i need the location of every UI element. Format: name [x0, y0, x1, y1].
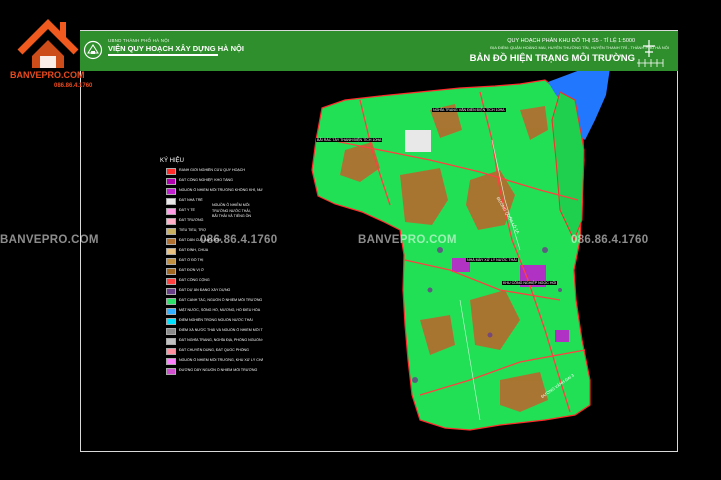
legend-swatch	[166, 168, 176, 175]
legend-swatch	[166, 338, 176, 345]
legend-item: ĐẤT CÔNG CỘNG	[160, 277, 280, 287]
legend-label: ĐẤT CÔNG NGHIỆP, KHO TÀNG	[179, 178, 233, 182]
legend-item: NGUỒN Ô NHIỄM MÔI TRƯỜNG KHÔNG KHÍ, NƯỚC…	[160, 187, 280, 197]
watermark-phone-left: 086.86.4.1760	[200, 234, 278, 246]
note-treatment: NHÀ MÁY XỬ LÝ NƯỚC THẢI	[466, 258, 518, 262]
legend-swatch	[166, 228, 176, 235]
org-underline	[108, 54, 218, 56]
legend-label: ĐẤT CÔNG CỘNG	[179, 278, 210, 282]
legend-swatch	[166, 208, 176, 215]
legend-item: ĐẤT DỰ ÁN ĐANG XÂY DỰNG	[160, 287, 280, 297]
legend-label: ĐẤT NGHĨA TRANG, NGHĨA ĐỊA, PHÒNG NGUỒN …	[179, 338, 263, 342]
legend-swatch	[166, 308, 176, 315]
legend-label: MẶT NƯỚC, SÔNG HỒ, MƯƠNG, HỒ ĐIỀU HÒA	[179, 308, 261, 312]
note-cemetery: NGHĨA TRANG VĂN ĐIỂN ĐIỆN TÍCH 10HA	[432, 108, 506, 112]
map-legend: KÝ HIỆU RANH GIỚI NGHIÊN CỨU QUY HOẠCH ĐẤ…	[160, 158, 280, 377]
legend-swatch	[166, 248, 176, 255]
legend-item: ĐẤT Ở ĐÔ THỊ	[160, 257, 280, 267]
legend-label: NGUỒN Ô NHIỄM MÔI TRƯỜNG, KHU XỬ LÝ CHẤT…	[179, 358, 263, 362]
legend-swatch	[166, 198, 176, 205]
legend-label: ĐẤT CANH TÁC, NGUỒN Ô NHIỄM MÔI TRƯỜNG N…	[179, 298, 263, 302]
legend-swatch	[166, 178, 176, 185]
legend-item: ĐẤT CANH TÁC, NGUỒN Ô NHIỄM MÔI TRƯỜNG N…	[160, 297, 280, 307]
north-arrow-icon	[637, 40, 664, 67]
legend-label: ĐẤT Ở ĐÔ THỊ	[179, 258, 204, 262]
banvepro-logo-icon	[17, 19, 79, 68]
legend-label: ĐẤT DỰ ÁN ĐANG XÂY DỰNG	[179, 288, 231, 292]
legend-item: NGUỒN Ô NHIỄM MÔI TRƯỜNG, KHU XỬ LÝ CHẤT…	[160, 357, 280, 367]
brand-phone: 086.86.4.1760	[54, 83, 93, 89]
legend-swatch	[166, 268, 176, 275]
map-title: BẢN ĐỒ HIỆN TRẠNG MÔI TRƯỜNG	[469, 53, 635, 64]
legend-item: ĐIỂM NGHIÊN TRONG NGUỒN NƯỚC THẢI	[160, 317, 280, 327]
legend-item: RANH GIỚI NGHIÊN CỨU QUY HOẠCH	[160, 167, 280, 177]
legend-label: ĐIỂM NGHIÊN TRONG NGUỒN NƯỚC THẢI	[179, 318, 253, 322]
institute-logo-icon	[83, 40, 103, 60]
legend-item: ĐẤT CÔNG NGHIỆP, KHO TÀNG	[160, 177, 280, 187]
legend-label: ĐẤT CHUYÊN DÙNG, ĐẤT QUỐC PHÒNG	[179, 348, 249, 352]
legend-swatch	[166, 278, 176, 285]
legend-swatch	[166, 218, 176, 225]
legend-item: ĐẤT ĐƠN VỊ Ở	[160, 267, 280, 277]
legend-swatch	[166, 358, 176, 365]
legend-label: NGUỒN Ô NHIỄM MÔI TRƯỜNG KHÔNG KHÍ, NƯỚC…	[179, 188, 263, 192]
legend-swatch	[166, 298, 176, 305]
legend-item: ĐƯỜNG DÂY NGUỒN Ô NHIỄM MÔI TRƯỜNG	[160, 367, 280, 377]
brand-name: BANVEPRO.COM	[10, 70, 85, 80]
legend-label: ĐẤT ĐÌNH, CHÙA	[179, 248, 209, 252]
legend-items: RANH GIỚI NGHIÊN CỨU QUY HOẠCH ĐẤT CÔNG N…	[160, 167, 280, 377]
watermark-brand-right: BANVEPRO.COM	[358, 234, 457, 246]
legend-item: ĐIỂM XẢ NƯỚC THẢI VÀ NGUỒN Ô NHIỄM MÔI T…	[160, 327, 280, 337]
watermark-brand-left: BANVEPRO.COM	[0, 234, 99, 246]
legend-swatch	[166, 288, 176, 295]
legend-swatch	[166, 368, 176, 375]
legend-label: RANH GIỚI NGHIÊN CỨU QUY HOẠCH	[179, 168, 245, 172]
org-name-label: VIỆN QUY HOẠCH XÂY DỰNG HÀ NỘI	[108, 44, 244, 53]
legend-item: ĐẤT NGHĨA TRANG, NGHĨA ĐỊA, PHÒNG NGUỒN …	[160, 337, 280, 347]
legend-label: ĐẤT ĐƠN VỊ Ở	[179, 268, 204, 272]
plan-title: QUY HOẠCH PHÂN KHU ĐÔ THỊ S5 - TỈ LỆ 1:5…	[507, 38, 635, 44]
legend-swatch	[166, 318, 176, 325]
note-landfill: BÃI RÁC TÂY THANH ĐIỆN TÍCH 10HA	[316, 138, 383, 142]
legend-swatch	[166, 188, 176, 195]
legend-item: ĐẤT CHUYÊN DÙNG, ĐẤT QUỐC PHÒNG	[160, 347, 280, 357]
legend-item: ĐẤT ĐÌNH, CHÙA	[160, 247, 280, 257]
legend-swatch	[166, 328, 176, 335]
watermark-phone-right: 086.86.4.1760	[571, 234, 649, 246]
legend-label: TIỂU TIỂU, TRỢ	[179, 228, 207, 232]
legend-item: MẶT NƯỚC, SÔNG HỒ, MƯƠNG, HỒ ĐIỀU HÒA	[160, 307, 280, 317]
legend-side-note: NGUỒN Ô NHIỄM MÔI TRƯỜNG NƯỚC THẢI, BÃI …	[212, 203, 252, 218]
legend-swatch	[166, 238, 176, 245]
legend-swatch	[166, 348, 176, 355]
legend-title: KÝ HIỆU	[160, 158, 185, 164]
legend-label: ĐƯỜNG DÂY NGUỒN Ô NHIỄM MÔI TRƯỜNG	[179, 368, 258, 372]
org-parent-label: UBND THÀNH PHỐ HÀ NỘI	[108, 38, 170, 43]
legend-label: ĐIỂM XẢ NƯỚC THẢI VÀ NGUỒN Ô NHIỄM MÔI T…	[179, 328, 263, 332]
legend-swatch	[166, 258, 176, 265]
legend-label: ĐẤT NHÀ TRẺ	[179, 198, 203, 202]
note-industrial-park: KHU CÔNG NGHIỆP NGỌC HỒI	[502, 281, 558, 285]
